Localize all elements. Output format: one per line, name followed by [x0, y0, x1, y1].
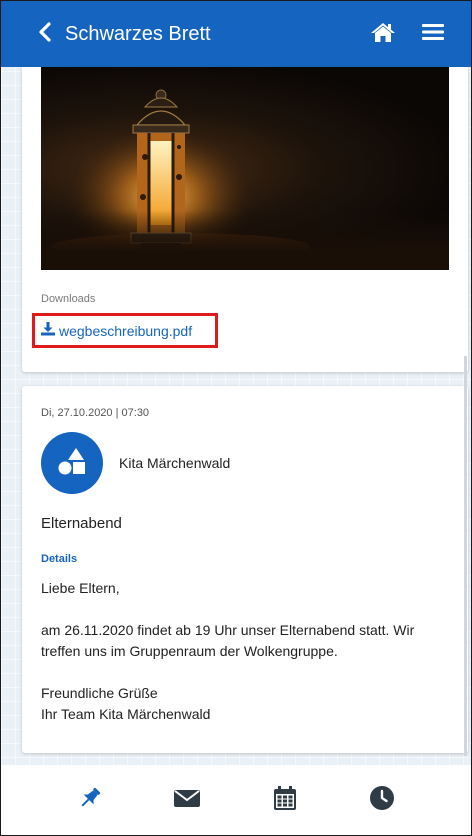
back-button[interactable]	[25, 14, 65, 54]
nav-calendar[interactable]	[261, 776, 309, 824]
download-icon	[41, 322, 59, 339]
shapes-icon	[57, 446, 87, 481]
pin-icon	[77, 785, 103, 816]
download-file-name: wegbeschreibung.pdf	[59, 322, 193, 339]
details-label: Details	[41, 553, 78, 565]
post-card: Di, 27.10.2020 | 07:30 Kita Märchenwald …	[22, 386, 468, 753]
top-app-bar: Schwarzes Brett	[1, 1, 471, 67]
post-title: Elternabend	[41, 515, 122, 532]
post-body: Liebe Eltern, am 26.11.2020 findet ab 19…	[41, 578, 451, 725]
scrollbar[interactable]	[464, 356, 467, 756]
envelope-icon	[174, 788, 201, 813]
download-link-wegbeschreibung[interactable]: wegbeschreibung.pdf	[32, 313, 218, 348]
bottom-navigation	[1, 765, 471, 835]
post-closing: Freundliche Grüße Ihr Team Kita Märchenw…	[41, 683, 451, 725]
post-closing-line: Ihr Team Kita Märchenwald	[41, 706, 211, 722]
nav-pinboard[interactable]	[66, 776, 114, 824]
post-image-lantern	[41, 67, 449, 270]
hamburger-menu-icon	[422, 23, 444, 46]
nav-history[interactable]	[358, 776, 406, 824]
downloads-label: Downloads	[41, 293, 96, 305]
menu-button[interactable]	[417, 18, 449, 50]
app-frame: Schwarzes Brett Downloads wegbeschreibun…	[0, 0, 472, 836]
chevron-left-icon	[38, 21, 52, 47]
clock-icon	[370, 785, 395, 815]
author-avatar	[41, 432, 103, 494]
home-button[interactable]	[367, 18, 399, 50]
post-card-previous: Downloads wegbeschreibung.pdf	[22, 67, 468, 372]
calendar-icon	[273, 785, 296, 815]
author-name: Kita Märchenwald	[119, 455, 231, 471]
post-closing-line: Freundliche Grüße	[41, 685, 158, 701]
post-paragraph: am 26.11.2020 findet ab 19 Uhr unser Elt…	[41, 622, 415, 659]
page-title: Schwarzes Brett	[65, 22, 211, 45]
nav-messages[interactable]	[163, 776, 211, 824]
post-paragraph: Liebe Eltern,	[41, 580, 120, 596]
post-date: Di, 27.10.2020 | 07:30	[41, 407, 150, 419]
home-icon	[370, 21, 396, 48]
